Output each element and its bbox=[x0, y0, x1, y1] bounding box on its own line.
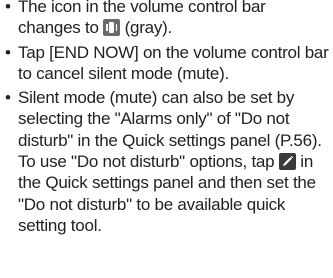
bullet-item-end-now: • Tap [END NOW] on the volume control bar… bbox=[4, 42, 332, 85]
bullet-item-do-not-disturb: • Silent mode (mute) can also be set by s… bbox=[4, 87, 332, 236]
bullet-marker: • bbox=[5, 0, 11, 16]
bullet-marker: • bbox=[5, 42, 11, 62]
bullet-2-text: Tap [END NOW] on the volume control bar … bbox=[18, 42, 329, 83]
edit-pencil-icon bbox=[278, 153, 296, 171]
bullet-list: • The icon in the volume control bar chan… bbox=[4, 0, 332, 239]
bullet-item-icon-change: • The icon in the volume control bar chan… bbox=[4, 0, 332, 39]
bullet-1-text-end: (gray). bbox=[120, 18, 173, 38]
manual-page: • The icon in the volume control bar chan… bbox=[0, 0, 333, 278]
bullet-3-text-start: Silent mode (mute) can also be set by se… bbox=[18, 88, 322, 172]
bullet-marker: • bbox=[5, 88, 11, 108]
vibrate-icon bbox=[103, 19, 121, 37]
